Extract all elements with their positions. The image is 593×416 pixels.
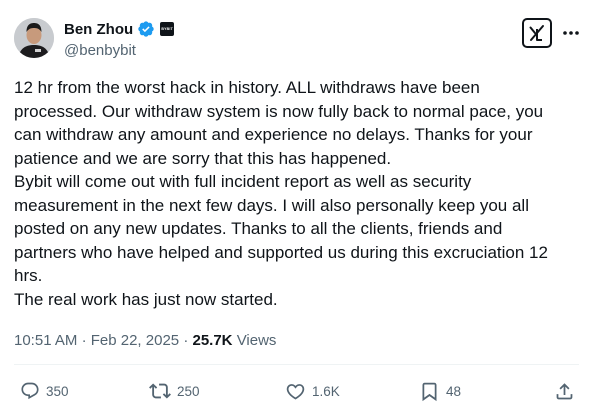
reply-count: 350 bbox=[46, 383, 69, 399]
reply-icon bbox=[20, 381, 40, 401]
affiliation-badge-label: BYBIT bbox=[161, 27, 173, 31]
like-button[interactable]: 1.6K bbox=[285, 378, 340, 404]
views-count[interactable]: 25.7K bbox=[192, 332, 232, 349]
display-name[interactable]: Ben Zhou bbox=[64, 21, 133, 38]
repost-button[interactable]: 250 bbox=[149, 378, 200, 404]
tweet-line: can withdraw any amount and experience n… bbox=[14, 125, 533, 144]
reply-button[interactable]: 350 bbox=[20, 378, 69, 404]
tweet-line: 12 hr from the worst hack in history. AL… bbox=[14, 78, 480, 97]
tweet-text: 12 hr from the worst hack in history. AL… bbox=[14, 76, 579, 311]
tweet-line: partners who have helped and supported u… bbox=[14, 242, 548, 262]
action-bar: 350 250 1.6K 48 bbox=[14, 378, 579, 404]
tweet-line: The real work has just now started. bbox=[14, 289, 278, 309]
views-label: Views bbox=[236, 332, 277, 349]
tweet-header: Ben Zhou BYBIT @benbybit bbox=[14, 16, 579, 60]
bookmark-button[interactable]: 48 bbox=[419, 378, 461, 404]
tweet-line: processed. Our withdraw system is now fu… bbox=[14, 101, 544, 121]
bookmark-count: 48 bbox=[446, 383, 462, 399]
tweet-date[interactable]: Feb 22, 2025 bbox=[91, 332, 179, 349]
affiliation-badge[interactable]: BYBIT bbox=[160, 22, 175, 36]
meta-separator: · bbox=[81, 332, 87, 349]
like-count: 1.6K bbox=[312, 383, 340, 399]
tweet-time[interactable]: 10:51 AM bbox=[14, 332, 77, 349]
bookmark-icon bbox=[419, 381, 440, 402]
tweet-line: hrs. bbox=[14, 266, 43, 285]
tweet-line: Bybit will come out with full incident r… bbox=[14, 172, 472, 191]
meta-separator: · bbox=[183, 332, 189, 349]
repost-count: 250 bbox=[177, 383, 200, 399]
like-icon bbox=[285, 381, 306, 402]
grok-icon[interactable] bbox=[522, 18, 552, 48]
handle[interactable]: @benbybit bbox=[64, 42, 174, 59]
share-button[interactable] bbox=[554, 378, 575, 404]
share-icon bbox=[554, 381, 575, 402]
verified-badge-icon bbox=[137, 20, 155, 38]
repost-icon bbox=[149, 380, 171, 402]
avatar[interactable] bbox=[14, 18, 54, 58]
tweet-meta: 10:51 AM · Feb 22, 2025 · 25.7K Views bbox=[14, 332, 276, 349]
tweet-line: measurement in the next few days. I will… bbox=[14, 195, 529, 215]
tweet-line: patience and we are sorry that this has … bbox=[14, 148, 392, 168]
tweet-line: posted on any new updates. Thanks to all… bbox=[14, 219, 503, 238]
more-icon[interactable] bbox=[560, 24, 582, 42]
divider bbox=[14, 364, 579, 365]
